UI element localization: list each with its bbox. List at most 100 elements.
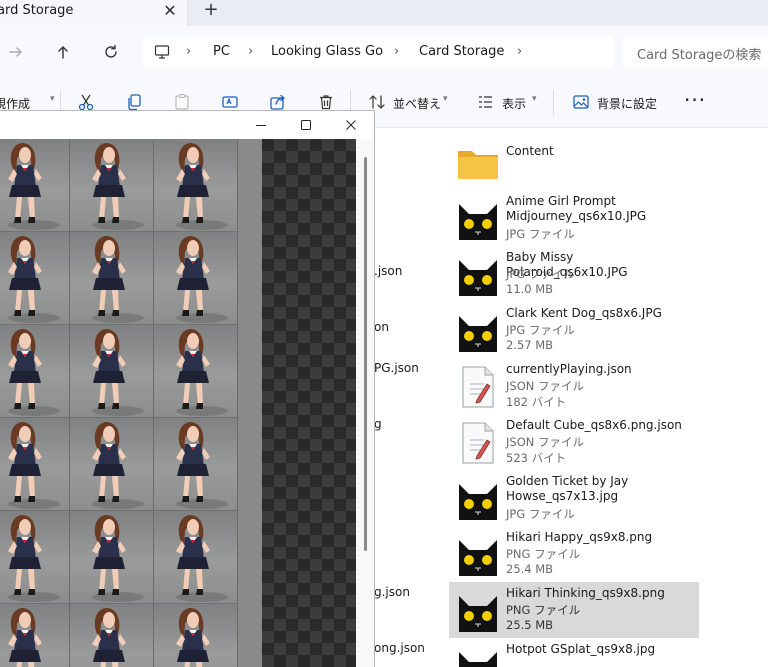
file-name: Hikari Thinking_qs9x8.png [506, 586, 665, 600]
file-item[interactable]: Clark Kent Dog_qs8x6.JPG JPG ファイル 2.57 M… [449, 302, 699, 358]
quilt-image-canvas[interactable] [0, 139, 356, 667]
file-size: 11.0 MB [506, 282, 554, 296]
partial-file-name[interactable]: PG.json [374, 361, 419, 375]
tab-strip: Card Storage ✕ + [0, 0, 768, 26]
quilt-view-cell [70, 604, 154, 667]
vertical-scrollbar[interactable] [356, 139, 374, 667]
file-type: JPG ファイル [506, 267, 575, 281]
quilt-view-cell [154, 232, 238, 325]
minimize-icon[interactable] [249, 113, 273, 137]
tab-card-storage[interactable]: Card Storage ✕ [0, 0, 188, 26]
cat-thumbnail-icon [459, 316, 497, 352]
file-type: JSON ファイル [506, 435, 585, 449]
file-size: 182 バイト [506, 395, 567, 409]
partial-file-name[interactable]: on [374, 320, 389, 334]
breadcrumb-chevron-icon: › [517, 44, 523, 59]
file-item[interactable]: Hikari Happy_qs9x8.png PNG ファイル 25.4 MB [449, 526, 699, 582]
maximize-icon[interactable] [294, 113, 318, 137]
partial-file-name[interactable]: ong.json [374, 641, 425, 655]
set-background-button[interactable]: 背景に設定 [597, 95, 657, 112]
up-arrow-icon[interactable] [51, 40, 75, 64]
quilt-view-cell [154, 511, 238, 604]
quilt-view-cell [154, 418, 238, 511]
quilt-view-cell [154, 604, 238, 667]
breadcrumb-looking-glass-go[interactable]: Looking Glass Go [271, 44, 383, 59]
quilt-view-cell [154, 325, 238, 418]
file-item[interactable]: Hotpot GSplat_qs9x8.jpg [449, 638, 699, 667]
cat-thumbnail-icon [459, 596, 497, 632]
breadcrumb-chevron-icon: › [394, 44, 400, 59]
json-file-icon [462, 422, 494, 464]
file-type: JPG ファイル [506, 507, 575, 521]
toolbar-divider [553, 90, 554, 116]
address-bar[interactable]: › PC › Looking Glass Go › Card Storage › [142, 36, 614, 68]
file-type: JSON ファイル [506, 379, 585, 393]
quilt-view-cell [70, 325, 154, 418]
file-name: Golden Ticket by Jay Howse_qs7x13.jpg [506, 474, 629, 503]
file-item-selected[interactable]: Hikari Thinking_qs9x8.png PNG ファイル 25.5 … [449, 582, 699, 638]
close-icon[interactable] [339, 113, 363, 137]
quilt-view-cell [70, 232, 154, 325]
quilt-view-cell [154, 139, 238, 232]
partial-file-name[interactable]: g [374, 417, 382, 431]
search-box[interactable]: Card Storageの検索 [623, 36, 768, 68]
tab-close-icon[interactable]: ✕ [160, 1, 180, 21]
forward-arrow-icon[interactable] [4, 40, 28, 64]
file-size: 2.57 MB [506, 338, 554, 352]
file-item[interactable]: Baby Missy Polaroid_qs6x10.JPG JPG ファイル … [449, 246, 699, 302]
new-tab-icon[interactable]: + [200, 0, 222, 22]
more-options-icon[interactable]: ··· [684, 88, 706, 112]
partial-file-name[interactable]: .json [374, 264, 402, 278]
view-icon[interactable] [474, 91, 496, 113]
quilt-view-cell [0, 325, 70, 418]
folder-icon [458, 151, 498, 179]
sort-button[interactable]: 並べ替え [393, 95, 441, 112]
breadcrumb-chevron-icon: › [248, 44, 254, 59]
file-type: PNG ファイル [506, 547, 581, 561]
file-size: 25.5 MB [506, 618, 554, 632]
quilt-view-cell [0, 418, 70, 511]
quilt-view-cell [70, 418, 154, 511]
file-size: 25.4 MB [506, 562, 554, 576]
chevron-down-icon: ▾ [532, 94, 537, 104]
breadcrumb-chevron-icon: › [186, 44, 192, 59]
file-name: Hotpot GSplat_qs9x8.jpg [506, 642, 656, 656]
quilt-view-cell [70, 139, 154, 232]
file-name: Clark Kent Dog_qs8x6.JPG [506, 306, 662, 320]
json-file-icon [462, 366, 494, 408]
file-item[interactable]: currentlyPlaying.json JSON ファイル 182 バイト [449, 358, 699, 414]
monitor-icon [154, 45, 170, 59]
cat-thumbnail-icon [459, 540, 497, 576]
partial-file-name[interactable]: g.json [374, 585, 410, 599]
quilt-view-cell [0, 604, 70, 667]
file-list: .json on PG.json g g.json ong.json Conte… [374, 128, 768, 667]
file-size: 523 バイト [506, 451, 567, 465]
scrollbar-thumb[interactable] [364, 157, 367, 551]
cat-thumbnail-icon [459, 260, 497, 296]
chevron-down-icon: ▾ [50, 94, 55, 104]
quilt-view-cell [0, 511, 70, 604]
file-item[interactable]: Default Cube_qs8x6.png.json JSON ファイル 52… [449, 414, 699, 470]
transparency-checkerboard [262, 139, 356, 667]
file-item[interactable]: Golden Ticket by Jay Howse_qs7x13.jpg JP… [449, 470, 699, 526]
breadcrumb-pc[interactable]: PC [213, 44, 230, 59]
quilt-view-cell [70, 511, 154, 604]
search-placeholder: Card Storageの検索 [637, 48, 762, 63]
set-background-icon[interactable] [570, 91, 592, 113]
cat-thumbnail-icon [459, 652, 497, 667]
file-name: Hikari Happy_qs9x8.png [506, 530, 653, 544]
refresh-icon[interactable] [99, 40, 123, 64]
view-button[interactable]: 表示 [502, 95, 526, 112]
quilt-view-cell [0, 139, 70, 232]
cat-thumbnail-icon [459, 204, 497, 240]
file-name: currentlyPlaying.json [506, 362, 632, 376]
file-name: Default Cube_qs8x6.png.json [506, 418, 682, 432]
cat-thumbnail-icon [459, 484, 497, 520]
chevron-down-icon: ▾ [443, 94, 448, 104]
quilt-view-grid [0, 139, 262, 667]
file-item-content-folder[interactable]: Content [449, 134, 699, 190]
viewer-title-bar[interactable] [0, 111, 374, 139]
tab-title: Card Storage [0, 3, 74, 18]
file-item[interactable]: Anime Girl Prompt Midjourney_qs6x10.JPG … [449, 190, 699, 246]
breadcrumb-card-storage[interactable]: Card Storage [419, 44, 504, 59]
